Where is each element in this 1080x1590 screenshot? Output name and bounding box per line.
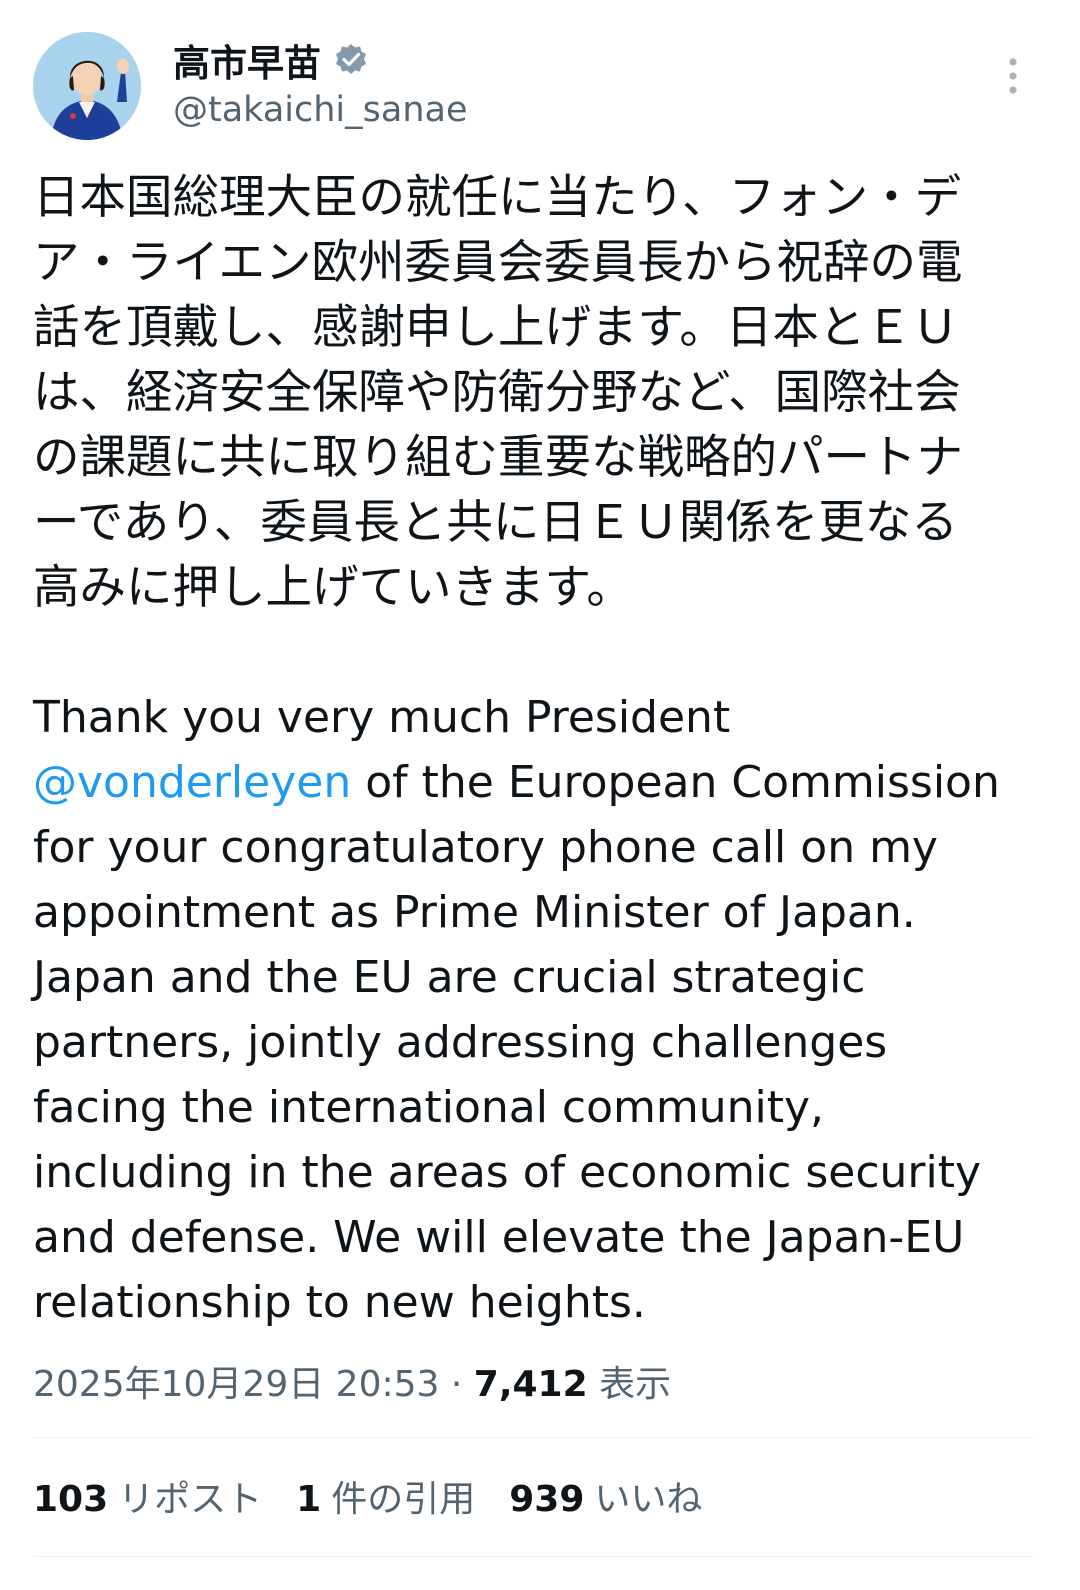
reposts-stat[interactable]: 103 リポスト <box>33 1470 262 1522</box>
likes-stat[interactable]: 939 いいね <box>509 1470 702 1522</box>
profile-photo-icon <box>33 32 141 140</box>
likes-label: いいね <box>594 1479 703 1520</box>
display-name[interactable]: 高市早苗 <box>173 33 321 87</box>
tweet-text-line: ア・ライエン欧州委員会委員長から祝辞の電 <box>33 235 963 289</box>
tweet-text-line: including in the areas of economic secur… <box>33 1147 982 1198</box>
tweet-text-fragment: of the European Commission <box>351 757 1000 808</box>
quotes-label: 件の引用 <box>331 1479 476 1520</box>
tweet-text-line: 話を頂戴し、感謝申し上げます。日本とＥＵ <box>33 300 959 354</box>
handle[interactable]: @takaichi_sanae <box>173 90 468 130</box>
divider <box>33 1556 1033 1557</box>
tweet-text-line: and defense. We will elevate the Japan-E… <box>33 1212 965 1263</box>
tweet-meta: 2025年10月29日 20:53 · 7,412 表示 <box>33 1355 671 1407</box>
tweet-text-line: 高みに押し上げていきます。 <box>33 560 633 614</box>
tweet-text-line: partners, jointly addressing challenges <box>33 1017 888 1068</box>
tweet-text-line: for your congratulatory phone call on my <box>33 822 938 873</box>
mention-link[interactable]: @vonderleyen <box>33 757 351 808</box>
more-options-icon[interactable] <box>1003 56 1023 96</box>
engagement-stats: 103 リポスト 1 件の引用 939 いいね <box>33 1470 702 1522</box>
quotes-count: 1 <box>296 1479 322 1520</box>
tweet-text-line: の課題に共に取り組む重要な戦略的パートナ <box>33 430 963 484</box>
paragraph-break <box>33 620 1033 685</box>
tweet-text-line: @vonderleyen of the European Commission <box>33 750 1033 815</box>
tweet-text-line: は、経済安全保障や防衛分野など、国際社会 <box>33 365 961 419</box>
meta-separator: · <box>439 1364 474 1405</box>
reposts-label: リポスト <box>118 1479 263 1520</box>
tweet-header: 高市早苗 @takaichi_sanae <box>33 30 1033 145</box>
quotes-stat[interactable]: 1 件の引用 <box>296 1470 475 1522</box>
tweet-text-line: relationship to new heights. <box>33 1277 646 1328</box>
tweet-text: 日本国総理大臣の就任に当たり、フォン・デ ア・ライエン欧州委員会委員長から祝辞の… <box>33 165 1033 1335</box>
tweet-text-line: Japan and the EU are crucial strategic <box>33 952 866 1003</box>
tweet-text-line: 日本国総理大臣の就任に当たり、フォン・デ <box>33 170 962 224</box>
divider <box>33 1437 1033 1438</box>
verified-badge-icon[interactable] <box>333 42 369 78</box>
likes-count: 939 <box>509 1479 585 1520</box>
reposts-count: 103 <box>33 1479 109 1520</box>
tweet-text-line: appointment as Prime Minister of Japan. <box>33 887 916 938</box>
tweet-text-line: facing the international community, <box>33 1082 825 1133</box>
avatar[interactable] <box>33 32 141 140</box>
views-count[interactable]: 7,412 <box>474 1364 588 1405</box>
views-label: 表示 <box>599 1364 672 1405</box>
tweet-text-line: Thank you very much President <box>33 692 731 743</box>
tweet-text-line: ーであり、委員長と共に日ＥＵ関係を更なる <box>33 495 958 549</box>
timestamp-link[interactable]: 2025年10月29日 20:53 <box>33 1364 439 1405</box>
